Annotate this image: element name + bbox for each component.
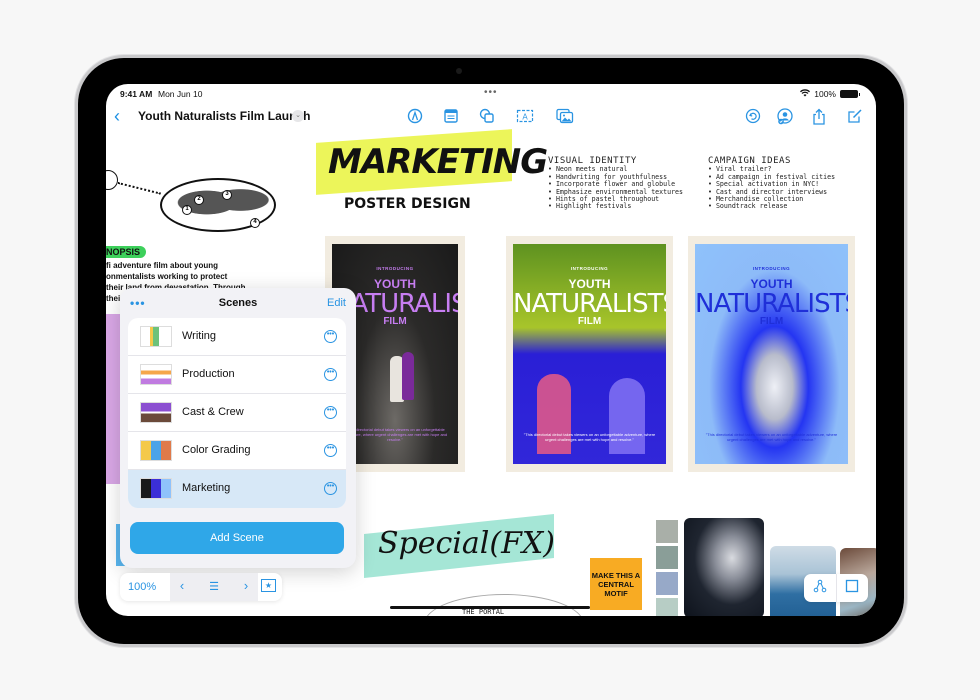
navigator-controls: ‹ ☰ › [170, 573, 258, 601]
edit-button[interactable]: Edit [327, 297, 346, 309]
back-button[interactable]: ‹ [114, 106, 120, 126]
scene-row-cast-crew[interactable]: Cast & Crew ••• [128, 394, 346, 432]
scene-row-writing[interactable]: Writing ••• [128, 318, 346, 356]
poster-line2: NATURALISTS [513, 289, 666, 319]
scene-row-production[interactable]: Production ••• [128, 356, 346, 394]
scene-thumbnail [140, 478, 172, 499]
text-box-icon[interactable]: A [516, 108, 534, 126]
color-swatch[interactable] [656, 520, 678, 543]
poster-line2: NATURALISTS [695, 289, 848, 319]
figure-purple [402, 352, 414, 400]
scene-label: Production [182, 368, 235, 380]
chevron-left-icon[interactable]: ‹ [174, 578, 190, 593]
poster-card[interactable]: INTRODUCING YOUTH NATURALISTS FILM "This… [506, 236, 673, 472]
poster-design-subtitle[interactable]: POSTER DESIGN [344, 196, 471, 212]
wifi-icon [800, 89, 811, 99]
collaborate-icon[interactable] [776, 108, 794, 126]
undo-icon[interactable] [744, 108, 762, 126]
more-options-icon[interactable]: ••• [324, 368, 337, 381]
special-fx-text[interactable]: Special(FX) [378, 526, 555, 561]
battery-icon [840, 90, 860, 98]
color-swatch[interactable] [656, 598, 678, 616]
portal-label: THE PORTAL [462, 608, 505, 616]
add-scene-button[interactable]: Add Scene [130, 522, 344, 554]
scene-label: Color Grading [182, 444, 251, 456]
map-pin: 2 [194, 195, 204, 205]
status-bar: 9:41 AM Mon Jun 10 ••• 100% [106, 87, 876, 103]
home-indicator[interactable] [390, 606, 590, 609]
map-pin: 4 [250, 218, 260, 228]
scene-label: Cast & Crew [182, 406, 244, 418]
scene-list: Writing ••• Production ••• Cast & Crew ••• Col… [128, 318, 346, 508]
svg-text:A: A [522, 113, 528, 122]
map-pin: 1 [182, 205, 192, 215]
poster-blue: INTRODUCING YOUTH NATURALISTS FILM "This… [695, 244, 848, 464]
frame-icon[interactable] [842, 579, 862, 596]
figure-right [609, 378, 645, 454]
divider [836, 574, 837, 602]
connector-line[interactable] [117, 182, 161, 195]
campaign-ideas-heading: CAMPAIGN IDEAS [708, 156, 791, 166]
share-icon[interactable] [810, 108, 828, 126]
scenes-star-icon[interactable]: ★ [261, 579, 276, 592]
scene-thumbnail [140, 402, 172, 423]
poster-intro: INTRODUCING [752, 266, 791, 271]
visual-identity-heading: VISUAL IDENTITY [548, 156, 637, 166]
poster-intro: INTRODUCING [376, 266, 414, 271]
campaign-ideas-notes[interactable]: CAMPAIGN IDEAS • Viral trailer? • Ad camp… [708, 156, 835, 211]
synopsis-tag: NOPSIS [106, 246, 147, 258]
multitasking-dots[interactable]: ••• [484, 87, 498, 98]
marketing-title[interactable]: MARKETING [328, 142, 548, 182]
visual-identity-notes[interactable]: VISUAL IDENTITY • Neon meets natural • Ha… [548, 156, 683, 211]
more-options-icon[interactable]: ••• [324, 406, 337, 419]
poster-blurb: "This directorial debut takes viewers on… [705, 432, 838, 442]
connector-icon[interactable] [810, 579, 830, 596]
map-pin: 3 [222, 190, 232, 200]
scenes-popover: ••• Scenes Edit Writing ••• Production ••• C… [120, 288, 356, 568]
scene-thumbnail [140, 440, 172, 461]
scene-row-marketing[interactable]: Marketing ••• [128, 470, 346, 508]
poster-neon: INTRODUCING YOUTH NATURALISTS FILM "This… [513, 244, 666, 464]
battery-percent: 100% [814, 89, 836, 99]
poster-intro: INTRODUCING [570, 266, 609, 271]
shapes-icon[interactable] [478, 108, 496, 126]
scene-label: Marketing [182, 482, 231, 494]
chrome-render-photo[interactable] [684, 518, 764, 616]
globe-icon[interactable] [106, 170, 118, 190]
front-camera [456, 68, 462, 74]
pen-tool-icon[interactable] [406, 108, 424, 126]
scene-label: Writing [182, 330, 217, 342]
scene-row-color-grading[interactable]: Color Grading ••• [128, 432, 346, 470]
scene-thumbnail [140, 326, 172, 347]
poster-blurb: "This directorial debut takes viewers on… [523, 432, 656, 442]
poster-blurb: "This directorial debut takes viewers on… [342, 427, 448, 442]
color-swatch[interactable] [656, 546, 678, 569]
poster-card[interactable]: INTRODUCING YOUTH NATURALISTS FILM "This… [688, 236, 855, 472]
freeform-screen: 9:41 AM Mon Jun 10 ••• 100% ‹ Youth Natu… [106, 84, 876, 616]
more-options-icon[interactable]: ••• [324, 330, 337, 343]
note-item: • Soundtrack release [708, 202, 788, 211]
scenes-title: Scenes [218, 297, 258, 309]
sticky-note[interactable]: MAKE THIS A CENTRAL MOTIF [590, 558, 642, 610]
bottom-right-controls [804, 574, 868, 602]
scene-thumbnail [140, 364, 172, 385]
note-item: • Highlight festivals [548, 202, 632, 211]
more-options-icon[interactable]: ••• [324, 482, 337, 495]
media-icon[interactable] [556, 108, 574, 126]
list-icon[interactable]: ☰ [206, 580, 222, 593]
sticky-note-icon[interactable] [442, 108, 460, 126]
zoom-level[interactable]: 100% [128, 581, 156, 593]
chevron-down-icon[interactable]: ⌄ [292, 110, 304, 122]
figure-left [537, 374, 571, 454]
more-options-icon[interactable]: ••• [324, 444, 337, 457]
scene-navigator: 100% ‹ ☰ › ★ [120, 573, 282, 601]
chevron-right-icon[interactable]: › [238, 578, 254, 593]
board-toolbar: ‹ Youth Naturalists Film Launch ⌄ A [106, 106, 876, 128]
status-time: 9:41 AM [120, 89, 153, 99]
status-date: Mon Jun 10 [158, 89, 203, 99]
color-swatch[interactable] [656, 572, 678, 595]
board-title[interactable]: Youth Naturalists Film Launch [138, 109, 310, 123]
world-map-sketch[interactable]: 1 2 3 4 [160, 178, 276, 232]
new-board-icon[interactable] [846, 108, 864, 126]
